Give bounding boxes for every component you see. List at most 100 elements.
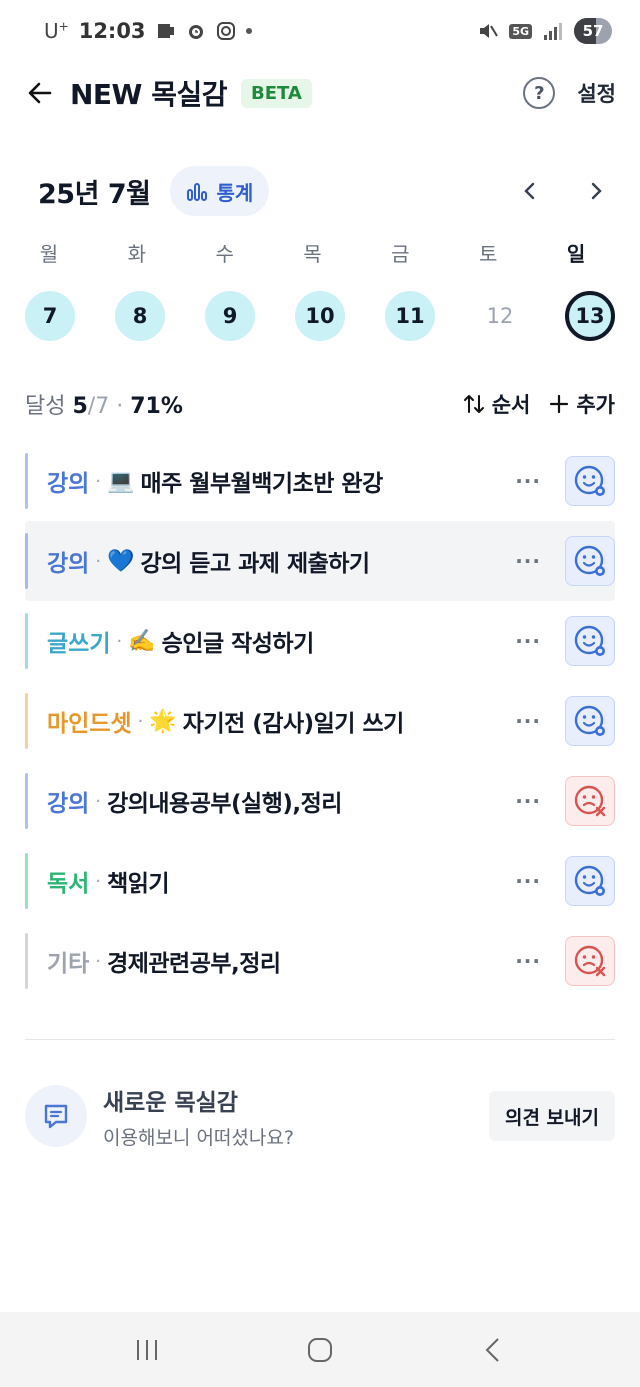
- home-icon: [307, 1337, 332, 1362]
- smile-face-icon[interactable]: [565, 856, 615, 906]
- status-bar: U+ 12:03 5G 57: [0, 0, 640, 62]
- task-row[interactable]: 글쓰기 · ✍️ 승인글 작성하기 ···: [25, 601, 615, 681]
- task-emoji: 🌟: [149, 708, 177, 734]
- carrier-label: U+: [44, 19, 69, 43]
- chevron-left-icon: [524, 182, 535, 200]
- weekday-mon: 월: [39, 242, 59, 266]
- task-emoji: 💙: [107, 548, 135, 574]
- task-row[interactable]: 강의 · 💙 강의 듣고 과제 제출하기 ···: [25, 521, 615, 601]
- day-11[interactable]: 11: [385, 291, 435, 341]
- back-chevron-icon: [485, 1337, 500, 1362]
- task-separator: ·: [116, 630, 123, 652]
- task-row[interactable]: 강의 · 💻 매주 월부월백기초반 완강 ···: [25, 441, 615, 521]
- arrow-left-icon: [28, 82, 52, 104]
- stats-button[interactable]: 통계: [170, 166, 270, 216]
- more-options-button[interactable]: ···: [515, 549, 541, 573]
- weekday-tue: 화: [127, 242, 146, 266]
- reorder-button[interactable]: 순서: [462, 389, 530, 419]
- day-9[interactable]: 9: [205, 291, 255, 341]
- day-7[interactable]: 7: [25, 291, 75, 341]
- more-options-button[interactable]: ···: [515, 709, 541, 733]
- network-type: 5G: [509, 23, 532, 39]
- recent-apps-button[interactable]: [117, 1330, 177, 1370]
- more-options-button[interactable]: ···: [515, 789, 541, 813]
- task-separator: ·: [95, 870, 102, 892]
- task-emoji: ✍️: [128, 628, 156, 654]
- task-row[interactable]: 강의 · 강의내용공부(실행),정리 ···: [25, 761, 615, 841]
- weekday-sun: 일: [566, 242, 586, 266]
- more-options-button[interactable]: ···: [515, 949, 541, 973]
- instagram-icon: [216, 22, 235, 40]
- more-options-button[interactable]: ···: [515, 469, 541, 493]
- task-title: 매주 월부월백기초반 완강: [140, 471, 383, 497]
- task-separator: ·: [137, 710, 144, 732]
- beta-badge: BETA: [240, 78, 312, 108]
- day-13-selected[interactable]: 13: [565, 291, 615, 341]
- recent-apps-icon: [136, 1339, 157, 1360]
- back-button[interactable]: [20, 73, 60, 113]
- achievement-summary: 달성 5/7 · 71%: [25, 394, 183, 419]
- task-row[interactable]: 기타 · 경제관련공부,정리 ···: [25, 921, 615, 1001]
- app-header: NEW 목실감 BETA ? 설정: [0, 62, 640, 124]
- more-notifications-icon: [245, 28, 252, 34]
- more-options-button[interactable]: ···: [515, 629, 541, 653]
- task-separator: ·: [95, 470, 102, 492]
- system-navigation-bar: [0, 1312, 640, 1387]
- task-title: 책읽기: [107, 871, 170, 897]
- alarm-icon: [188, 25, 203, 39]
- chat-icon: [25, 1085, 87, 1147]
- clock: 12:03: [78, 19, 146, 43]
- task-title: 승인글 작성하기: [161, 631, 315, 657]
- bar-chart-icon: [187, 183, 208, 201]
- smile-face-icon[interactable]: [565, 696, 615, 746]
- task-row[interactable]: 마인드셋 · 🌟 자기전 (감사)일기 쓰기 ···: [25, 681, 615, 761]
- feedback-banner: 새로운 목실감 이용해보니 어떠셨나요? 의견 보내기: [25, 1080, 615, 1152]
- home-button[interactable]: [290, 1330, 350, 1370]
- day-10[interactable]: 10: [295, 291, 345, 341]
- task-title: 경제관련공부,정리: [107, 951, 281, 977]
- task-separator: ·: [95, 550, 102, 572]
- page-title: NEW 목실감: [70, 78, 227, 111]
- task-title: 자기전 (감사)일기 쓰기: [182, 711, 404, 737]
- add-button[interactable]: 추가: [548, 389, 615, 419]
- settings-button[interactable]: 설정: [577, 78, 616, 108]
- next-week-button[interactable]: [578, 173, 614, 209]
- week-calendar: 월 화 수 목 금 토 일 7 8 9 10 11 12 13: [0, 238, 640, 341]
- task-category: 강의: [47, 471, 90, 497]
- achievement-row: 달성 5/7 · 71% 순서 추가: [25, 382, 615, 426]
- task-title: 강의 듣고 과제 제출하기: [140, 551, 370, 577]
- day-8[interactable]: 8: [115, 291, 165, 341]
- help-button[interactable]: ?: [523, 77, 556, 109]
- send-feedback-button[interactable]: 의견 보내기: [488, 1091, 615, 1141]
- mute-icon: [480, 24, 499, 38]
- more-options-button[interactable]: ···: [515, 869, 541, 893]
- day-12[interactable]: 12: [475, 291, 525, 341]
- smile-face-icon[interactable]: [565, 456, 615, 506]
- category-color-bar: [25, 613, 28, 669]
- month-navigation: 25년 7월 통계: [38, 165, 614, 217]
- sad-face-icon[interactable]: [565, 936, 615, 986]
- task-category: 강의: [47, 551, 90, 577]
- smile-face-icon[interactable]: [565, 616, 615, 666]
- task-separator: ·: [95, 950, 102, 972]
- task-category: 마인드셋: [47, 711, 132, 737]
- category-color-bar: [25, 773, 28, 829]
- category-color-bar: [25, 693, 28, 749]
- task-title: 강의내용공부(실행),정리: [107, 791, 342, 817]
- plus-icon: [550, 394, 569, 414]
- sad-face-icon[interactable]: [565, 776, 615, 826]
- task-category: 강의: [47, 791, 90, 817]
- signal-icon: [544, 23, 562, 40]
- task-row[interactable]: 독서 · 책읽기 ···: [25, 841, 615, 921]
- system-back-button[interactable]: [463, 1330, 523, 1370]
- weekday-thu: 목: [303, 242, 322, 266]
- category-color-bar: [25, 853, 28, 909]
- weekday-wed: 수: [215, 242, 234, 266]
- category-color-bar: [25, 533, 28, 589]
- prev-week-button[interactable]: [512, 173, 548, 209]
- smile-face-icon[interactable]: [565, 536, 615, 586]
- task-list: 강의 · 💻 매주 월부월백기초반 완강 ··· 강의 · 💙 강의 듣고 과제 제출하기 ···…: [25, 441, 615, 1001]
- feedback-title: 새로운 목실감: [103, 1089, 238, 1116]
- notification-icon: [157, 24, 174, 38]
- question-circle-icon: ?: [534, 82, 545, 104]
